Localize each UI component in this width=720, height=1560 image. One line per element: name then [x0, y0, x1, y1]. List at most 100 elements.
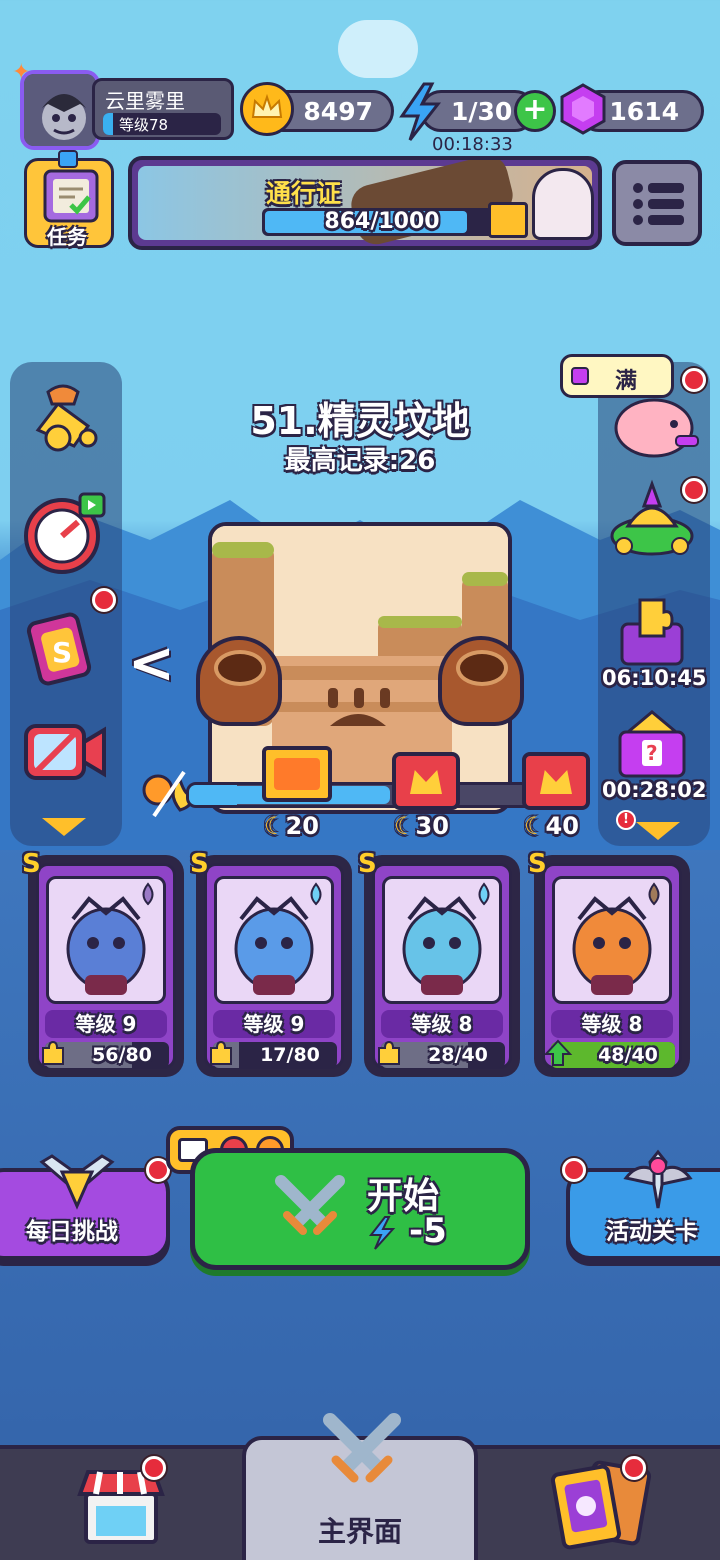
crossed-swords-icon — [275, 1175, 345, 1235]
chest-icon — [488, 202, 528, 238]
hero-grade: S — [190, 849, 209, 879]
puzzle-icon — [620, 598, 684, 666]
gem-small-icon — [571, 367, 589, 385]
milestone-label-30: ☾30 — [394, 812, 449, 840]
water-drop-icon — [471, 881, 497, 907]
svg-text:S: S — [52, 636, 72, 669]
speed-button[interactable] — [18, 488, 114, 584]
stage-record: 最高记录:26 — [284, 446, 436, 476]
notification-badge — [622, 1456, 646, 1480]
battle-pass-banner[interactable]: 通行证 864/1000 — [128, 156, 602, 250]
upgrade-arrow-icon — [543, 1038, 573, 1068]
hero-card-frame: 等级 9 56/80 — [36, 863, 176, 1069]
pass-progress-bar: 864/1000 — [262, 208, 502, 236]
speedometer-icon — [24, 492, 106, 574]
notification-badge — [682, 368, 706, 392]
shop-timer: 00:28:02 — [602, 778, 707, 802]
event-stage-button[interactable]: 活动关卡 — [566, 1149, 720, 1260]
energy-timer: 00:18:33 — [432, 134, 513, 155]
milestone-label-40: ☾40 — [524, 812, 579, 840]
hero-portrait — [46, 876, 166, 1004]
player-level-bar: 等级78 — [103, 113, 221, 135]
player-level: 等级78 — [119, 116, 169, 134]
energy-count: 1/30 — [451, 97, 513, 126]
puzzle-timer: 06:10:45 — [602, 666, 707, 690]
hero-shard-count: 17/80 — [260, 1044, 320, 1066]
gem-count: 1614 — [609, 97, 679, 126]
milestone-label-20: ☾20 — [264, 812, 319, 840]
notification-badge — [682, 478, 706, 502]
lightning-small-icon — [367, 1215, 397, 1251]
list-icon — [633, 183, 684, 225]
hero-card-frame: 等级 9 17/80 — [204, 863, 344, 1069]
shield-wings-icon — [39, 1154, 115, 1210]
video-off-icon — [24, 724, 106, 780]
alert-icon: ! — [616, 810, 636, 830]
star-badge-icon: ✦ — [12, 60, 31, 85]
crossed-swords-icon — [323, 1413, 401, 1483]
hero-card[interactable]: 等级 9 17/80 S — [190, 849, 352, 1077]
hero-grade: S — [22, 849, 41, 879]
puzzle-piece-icon — [205, 1038, 235, 1068]
daily-challenge-label: 每日挑战 — [26, 1219, 118, 1245]
hero-card-frame: 等级 8 48/40 — [542, 863, 682, 1069]
hero-shard-count: 28/40 — [428, 1044, 488, 1066]
puzzle-piece-icon — [373, 1038, 403, 1068]
add-energy-button[interactable]: + — [514, 90, 556, 132]
hero-grade: S — [528, 849, 547, 879]
hero-level: 等级 8 — [381, 1010, 503, 1038]
player-name: 云里雾里 — [105, 89, 185, 113]
hero-portrait — [214, 876, 334, 1004]
pass-title: 通行证 — [266, 179, 342, 208]
pass-progress-text: 864/1000 — [324, 209, 440, 234]
hero-card[interactable]: 等级 8 28/40 S — [358, 849, 520, 1077]
bat-icon — [135, 881, 161, 907]
menu-button[interactable] — [612, 160, 702, 246]
crown-count: 8497 — [303, 97, 373, 126]
hero-level: 等级 9 — [213, 1010, 335, 1038]
svg-text:?: ? — [646, 741, 658, 765]
hero-level: 等级 8 — [551, 1010, 673, 1038]
hero-card-frame: 等级 8 28/40 — [372, 863, 512, 1069]
hero-card[interactable]: 等级 8 48/40 S — [528, 849, 690, 1077]
card-icon: S — [26, 612, 92, 686]
clipboard-icon — [43, 169, 99, 223]
tasks-label: 任务 — [47, 225, 87, 249]
start-button[interactable]: 开始 -5 — [190, 1148, 530, 1270]
mystery-chest-icon: ? — [618, 710, 686, 778]
hero-shard-count: 48/40 — [598, 1044, 658, 1066]
notification-badge — [562, 1158, 586, 1182]
crown-icon — [240, 82, 294, 136]
winged-sword-icon — [623, 1149, 693, 1209]
notification-icon — [58, 150, 78, 168]
rock-icon — [641, 881, 667, 907]
tasks-button[interactable]: 任务 — [24, 158, 114, 249]
puzzle-piece-icon — [37, 1038, 67, 1068]
hero-portrait — [382, 876, 502, 1004]
ad-free-button[interactable] — [18, 708, 114, 804]
stage-title: 51.精灵坟地 — [250, 399, 470, 443]
lightning-icon — [396, 82, 444, 142]
water-drop-icon — [303, 881, 329, 907]
player-info[interactable]: 云里雾里 等级78 — [92, 78, 234, 140]
daily-challenge-button[interactable]: 每日挑战 — [0, 1154, 170, 1260]
notification-badge — [142, 1456, 166, 1480]
gem-icon — [556, 82, 610, 136]
start-energy-cost: -5 — [409, 1211, 447, 1251]
previous-stage-arrow-icon[interactable]: < — [128, 636, 175, 692]
milestone-chest-20[interactable] — [262, 746, 332, 802]
expand-right-arrow-icon[interactable] — [636, 822, 680, 840]
cloud — [338, 20, 418, 78]
nav-home-label: 主界面 — [317, 1515, 402, 1548]
milestone-chest-40[interactable] — [522, 752, 590, 810]
hero-portrait — [532, 168, 594, 240]
hero-card[interactable]: 等级 9 56/80 S — [22, 849, 184, 1077]
notification-badge — [92, 588, 116, 612]
expand-left-arrow-icon[interactable] — [42, 818, 86, 836]
skin-card-button[interactable]: S — [18, 600, 114, 696]
nav-home-tab[interactable]: 主界面 — [242, 1413, 478, 1560]
hero-shard-count: 56/80 — [92, 1044, 152, 1066]
hero-portrait — [552, 876, 672, 1004]
left-tower-icon — [196, 636, 282, 726]
milestone-chest-30[interactable] — [392, 752, 460, 810]
